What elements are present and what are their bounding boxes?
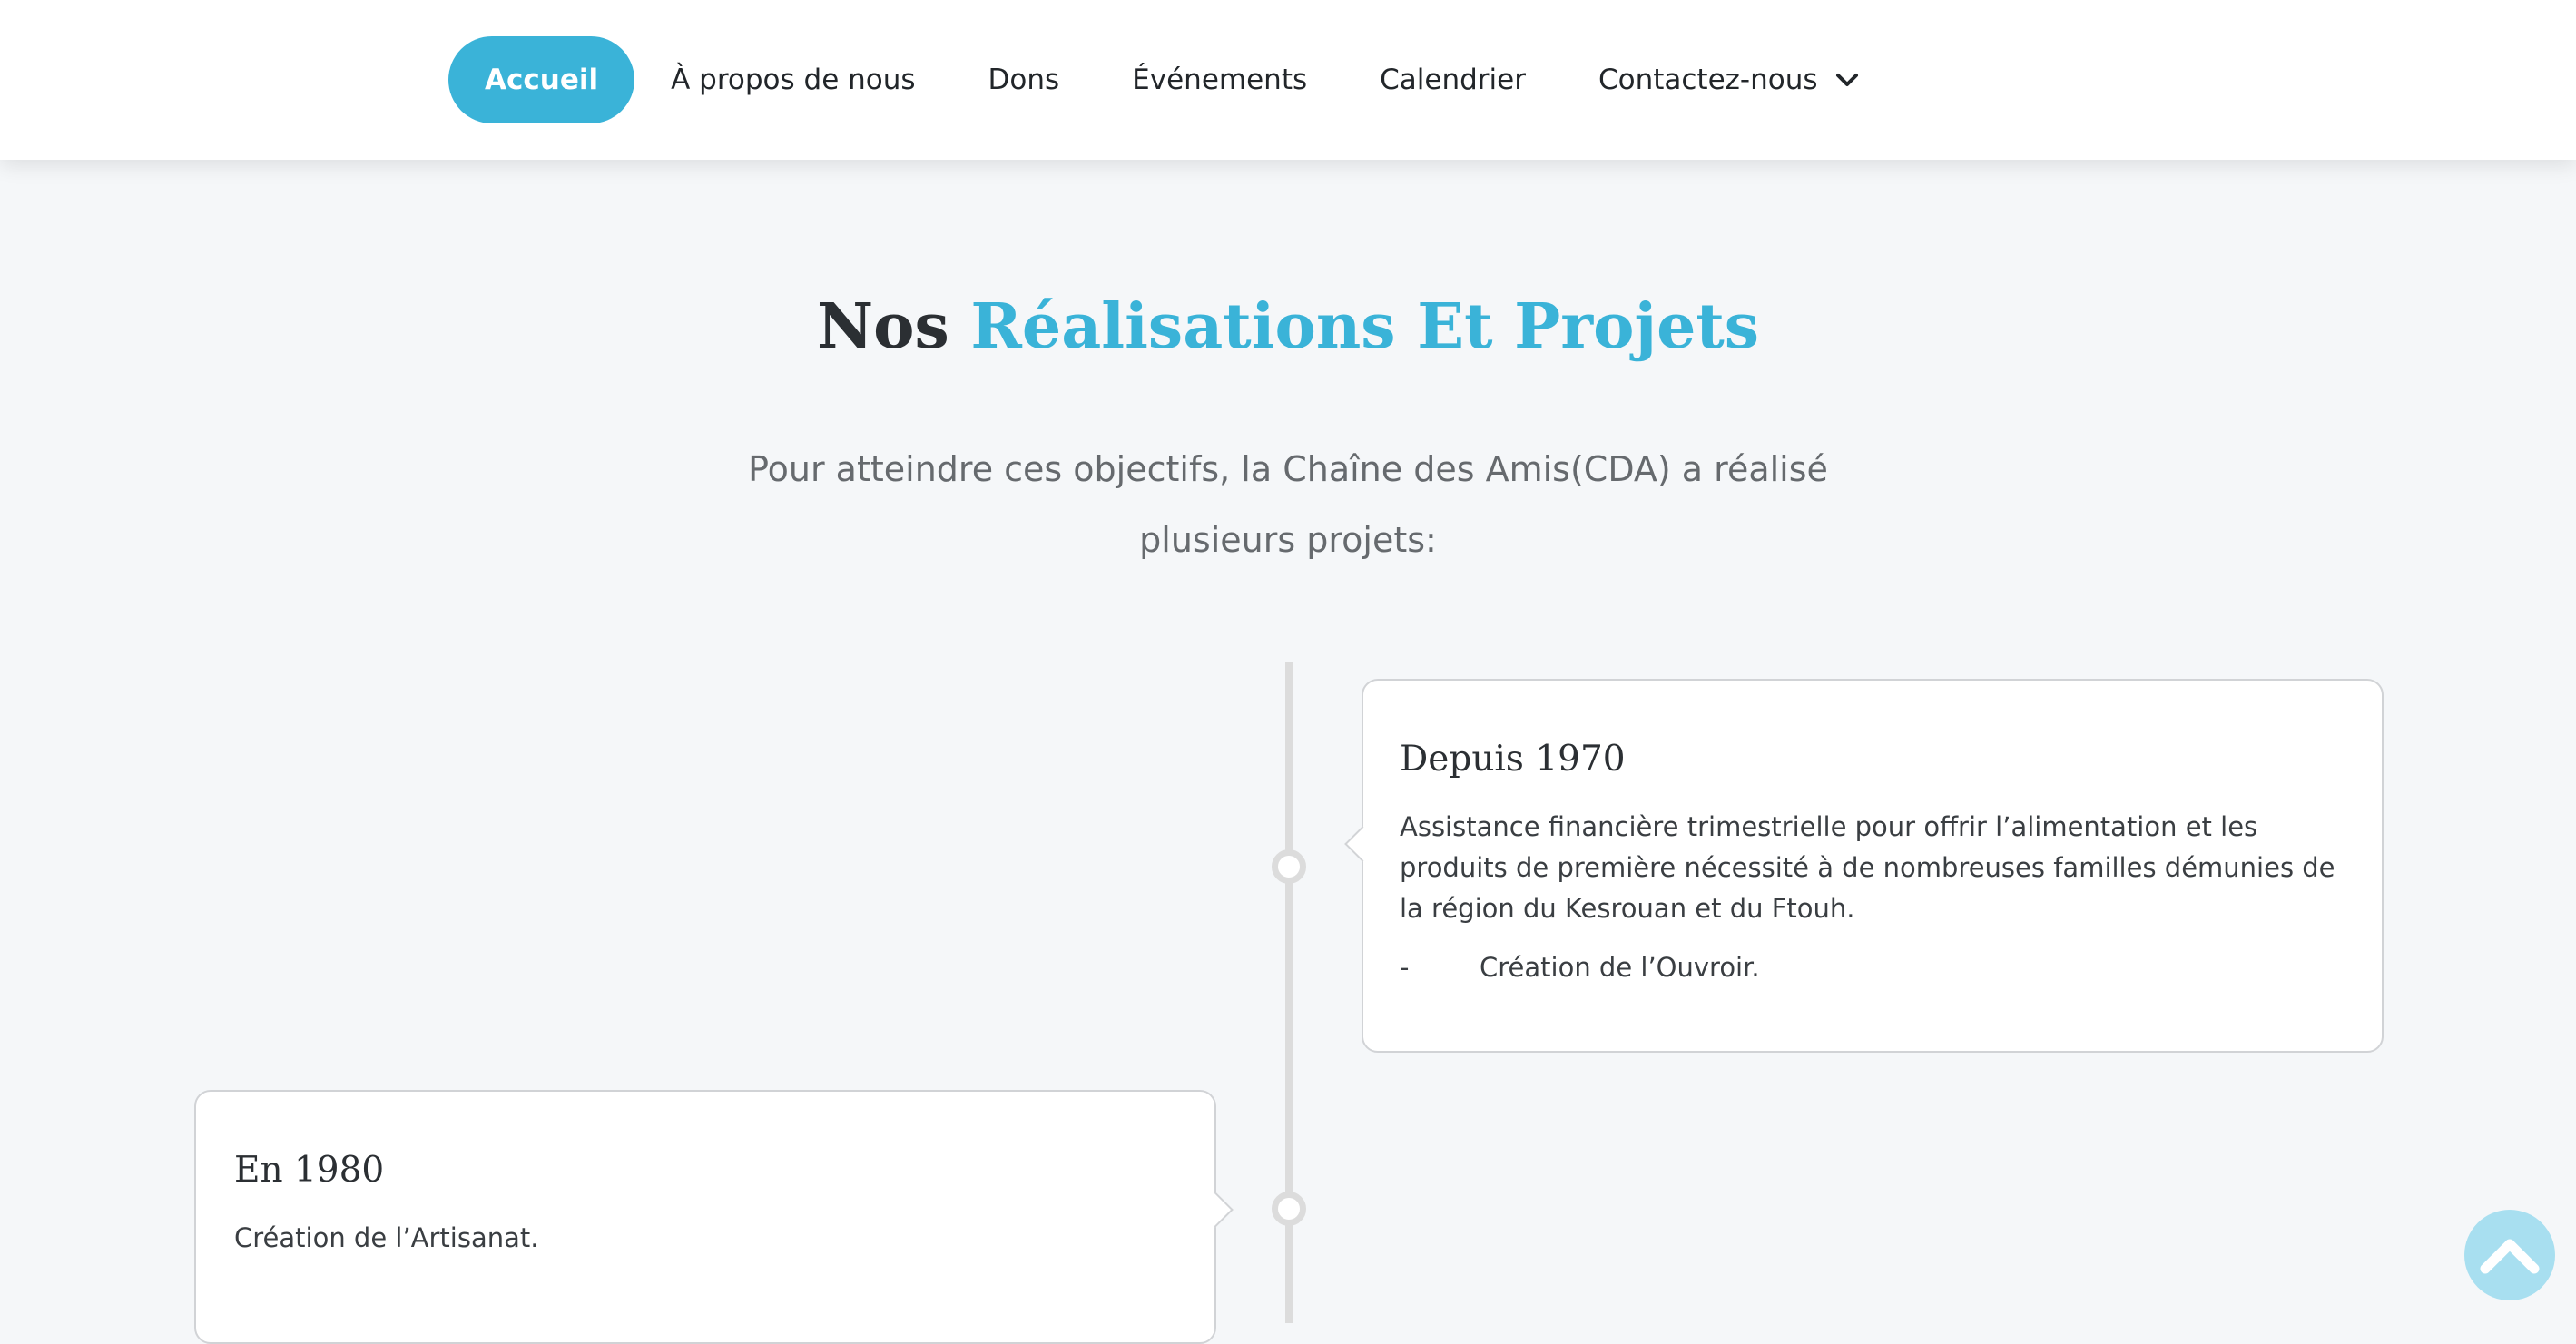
bullet-text: Création de l’Ouvroir. xyxy=(1480,952,1760,983)
section-subtitle: Pour atteindre ces objectifs, la Chaîne … xyxy=(748,449,1828,560)
nav-item-label: Dons xyxy=(988,64,1060,96)
bullet-dash: - xyxy=(1400,952,1410,983)
nav-item-contactez-nous[interactable]: Contactez-nous xyxy=(1562,36,1895,123)
top-navigation-bar: Accueil À propos de nous Dons Événements… xyxy=(0,0,2576,160)
timeline-card-title: En 1980 xyxy=(234,1150,385,1191)
section-title: Nos Réalisations Et Projets xyxy=(0,290,2576,363)
nav-item-label: Événements xyxy=(1132,64,1308,96)
timeline-card: En 1980 Création de l’Artisanat. xyxy=(194,1090,1234,1344)
card-pointer xyxy=(1344,826,1381,862)
nav-item-dons[interactable]: Dons xyxy=(952,36,1096,123)
timeline-card-bullet: - Création de l’Ouvroir. xyxy=(1400,947,2345,988)
nav-item-label: À propos de nous xyxy=(671,64,916,96)
timeline-dot xyxy=(1272,1192,1306,1226)
chevron-up-icon xyxy=(2480,1239,2540,1274)
timeline-dot xyxy=(1272,849,1306,884)
section-title-accent: Réalisations Et Projets xyxy=(970,290,1760,363)
nav-item-evenements[interactable]: Événements xyxy=(1096,36,1343,123)
main-nav: Accueil À propos de nous Dons Événements… xyxy=(448,36,1895,123)
chevron-down-icon xyxy=(1836,73,1859,86)
nav-item-a-propos[interactable]: À propos de nous xyxy=(634,36,951,123)
timeline-card-text: Assistance financière trimestrielle pour… xyxy=(1400,811,2335,924)
timeline-card-title: Depuis 1970 xyxy=(1400,739,1626,780)
nav-item-accueil[interactable]: Accueil xyxy=(448,36,635,123)
timeline-card-text: Création de l’Artisanat. xyxy=(234,1222,539,1253)
nav-item-calendrier[interactable]: Calendrier xyxy=(1343,36,1562,123)
timeline-card: Depuis 1970 Assistance financière trimes… xyxy=(1344,679,2384,1053)
nav-item-label: Accueil xyxy=(485,64,599,96)
section-title-plain: Nos xyxy=(816,290,949,363)
card-pointer xyxy=(1197,1192,1234,1228)
scroll-to-top-button[interactable] xyxy=(2464,1210,2555,1300)
nav-item-label: Contactez-nous xyxy=(1598,64,1818,96)
nav-item-label: Calendrier xyxy=(1380,64,1526,96)
